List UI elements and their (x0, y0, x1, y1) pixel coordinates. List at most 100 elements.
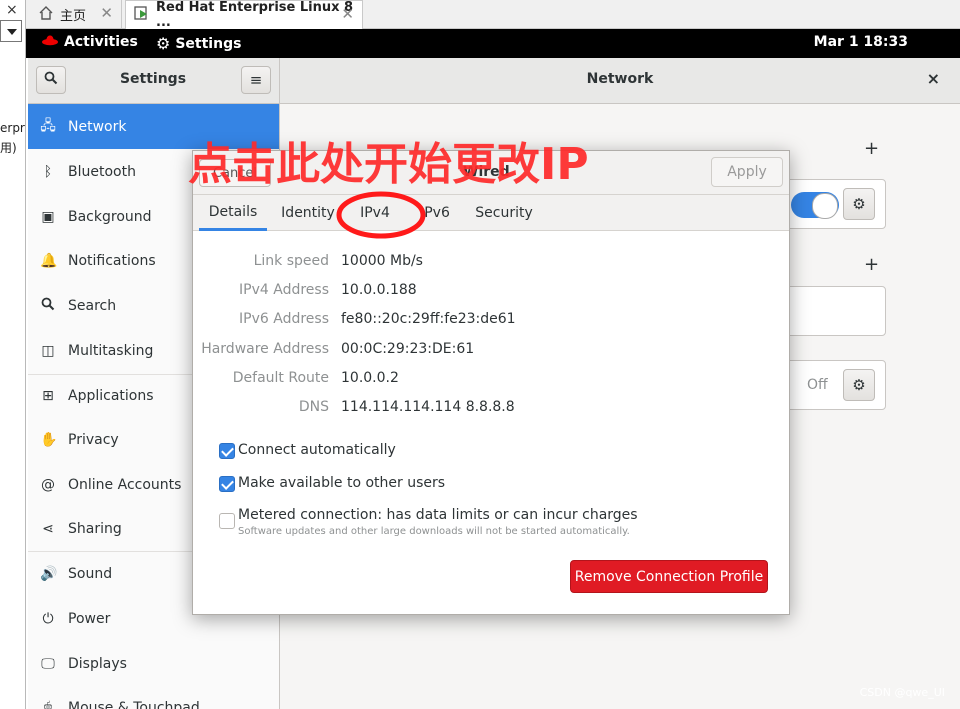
host-panel-dropdown[interactable] (0, 20, 22, 42)
detail-row-default-route: Default Route 10.0.0.2 (193, 370, 789, 390)
sidebar-item-label: Displays (68, 655, 127, 672)
vm-icon (134, 5, 150, 25)
sidebar-item-label: Power (68, 610, 111, 627)
wired-toggle[interactable] (791, 192, 839, 219)
background-icon: ▣ (41, 208, 55, 225)
add-vpn-icon[interactable]: + (864, 254, 879, 275)
wired-settings-button[interactable]: ⚙ (843, 188, 875, 220)
host-tab-rhel[interactable]: Red Hat Enterprise Linux 8 ... ✕ (125, 0, 363, 30)
host-panel-clipped-text: erpri 用) (0, 118, 26, 158)
sidebar-item-mouse-touchpad[interactable]: 🖱 Mouse & Touchpad (28, 685, 279, 709)
detail-value: 10.0.0.188 (341, 282, 417, 298)
detail-value: 10.0.0.2 (341, 370, 399, 386)
detail-value: 114.114.114.114 8.8.8.8 (341, 399, 515, 415)
proxy-row: Off ⚙ (786, 360, 886, 410)
host-tab-home-close-icon[interactable]: ✕ (100, 4, 113, 22)
connect-automatically-checkbox[interactable] (219, 443, 235, 459)
sidebar-item-label: Privacy (68, 431, 119, 448)
host-panel-close-icon[interactable]: × (6, 2, 18, 18)
speaker-icon: 🔊 (40, 565, 58, 582)
app-menu-label: Settings (175, 35, 242, 52)
sidebar-item-label: Sound (68, 565, 113, 582)
sidebar-item-label: Notifications (68, 252, 156, 269)
dialog-tabs: Details Identity IPv4 IPv6 Security (193, 195, 789, 231)
gear-icon: ⚙ (156, 34, 171, 53)
metered-connection-checkbox[interactable] (219, 513, 235, 529)
hamburger-menu-button[interactable]: ≡ (241, 66, 271, 94)
available-to-all-users-label: Make available to other users (238, 475, 446, 491)
settings-title: Settings (119, 71, 187, 87)
add-wired-connection-icon[interactable]: + (864, 138, 879, 159)
network-icon: 🖧 (40, 117, 56, 134)
activities-button[interactable]: Activities (42, 34, 138, 50)
metered-connection-label: Metered connection: has data limits or c… (238, 507, 638, 523)
sidebar-item-displays[interactable]: 🖵 Displays (28, 641, 279, 686)
sidebar-item-label: Bluetooth (68, 163, 136, 180)
detail-value: 10000 Mb/s (341, 253, 423, 269)
power-icon: ⏻ (42, 610, 54, 627)
sidebar-item-label: Applications (68, 387, 154, 404)
mouse-icon: 🖱 (43, 699, 53, 709)
hamburger-icon: ≡ (249, 71, 263, 89)
wired-connection-row: ⚙ (786, 179, 886, 229)
host-clip-line: erpri (0, 121, 26, 135)
host-tab-home[interactable]: 主页 ✕ (30, 0, 122, 29)
host-left-panel: × erpri 用) (0, 0, 26, 709)
connect-automatically-label: Connect automatically (238, 442, 396, 458)
detail-label: IPv4 Address (239, 282, 329, 298)
proxy-status: Off (807, 377, 828, 393)
annotation-circle (336, 191, 426, 239)
detail-value: 00:0C:29:23:DE:61 (341, 341, 475, 357)
details-page: Link speed 10000 Mb/s IPv4 Address 10.0.… (193, 231, 789, 614)
detail-label: IPv6 Address (239, 311, 329, 327)
host-tab-home-label: 主页 (60, 9, 87, 24)
redhat-logo-icon (42, 34, 58, 50)
watermark: CSDN @qwe_UI (859, 686, 945, 699)
sidebar-item-label: Multitasking (68, 342, 154, 359)
host-tab-rhel-close-icon[interactable]: ✕ (341, 5, 354, 23)
sidebar-item-label: Mouse & Touchpad (68, 699, 200, 709)
clock[interactable]: Mar 1 18:33 (814, 34, 908, 50)
bell-icon: 🔔 (40, 252, 58, 269)
header-bar: Settings ≡ Network × (28, 58, 960, 104)
annotation-text: 点击此处开始更改IP (188, 139, 589, 190)
wired-connection-dialog: Cancel Wired Apply Details Identity IPv4… (192, 150, 790, 615)
detail-row-link-speed: Link speed 10000 Mb/s (193, 253, 789, 273)
detail-row-hardware-address: Hardware Address 00:0C:29:23:DE:61 (193, 341, 789, 361)
app-menu-settings[interactable]: ⚙ Settings (156, 34, 241, 53)
sidebar-item-label: Search (68, 297, 117, 314)
detail-label: Hardware Address (201, 341, 329, 357)
home-icon (38, 5, 54, 24)
detail-row-ipv6-address: IPv6 Address fe80::20c:29ff:fe23:de61 (193, 311, 789, 331)
apply-button[interactable]: Apply (711, 157, 783, 187)
tab-security[interactable]: Security (469, 195, 539, 231)
display-icon: 🖵 (41, 655, 55, 672)
gear-icon: ⚙ (852, 376, 866, 394)
detail-row-dns: DNS 114.114.114.114 8.8.8.8 (193, 399, 789, 419)
at-icon: @ (41, 476, 55, 493)
sidebar-item-label: Online Accounts (68, 476, 182, 493)
detail-row-ipv4-address: IPv4 Address 10.0.0.188 (193, 282, 789, 302)
sidebar-item-label: Sharing (68, 520, 122, 537)
applications-icon: ⊞ (42, 387, 54, 404)
share-icon: ⋖ (42, 520, 54, 537)
remove-connection-profile-button[interactable]: Remove Connection Profile (570, 560, 768, 593)
vpn-box (786, 286, 886, 336)
detail-label: Default Route (232, 370, 329, 386)
window-close-icon[interactable]: × (927, 69, 940, 88)
metered-connection-sublabel: Software updates and other large downloa… (238, 526, 630, 537)
tab-details[interactable]: Details (199, 195, 267, 231)
proxy-settings-button[interactable]: ⚙ (843, 369, 875, 401)
hand-icon: ✋ (40, 431, 58, 448)
available-to-all-users-checkbox[interactable] (219, 476, 235, 492)
host-tab-rhel-label: Red Hat Enterprise Linux 8 ... (156, 0, 354, 30)
activities-label: Activities (64, 34, 138, 50)
search-button[interactable] (36, 66, 66, 94)
tab-identity[interactable]: Identity (275, 195, 341, 231)
detail-label: Link speed (253, 253, 329, 269)
detail-label: DNS (298, 399, 329, 415)
multitasking-icon: ◫ (41, 342, 55, 359)
network-title: Network (586, 71, 654, 87)
gear-icon: ⚙ (852, 195, 866, 213)
detail-value: fe80::20c:29ff:fe23:de61 (341, 311, 516, 327)
